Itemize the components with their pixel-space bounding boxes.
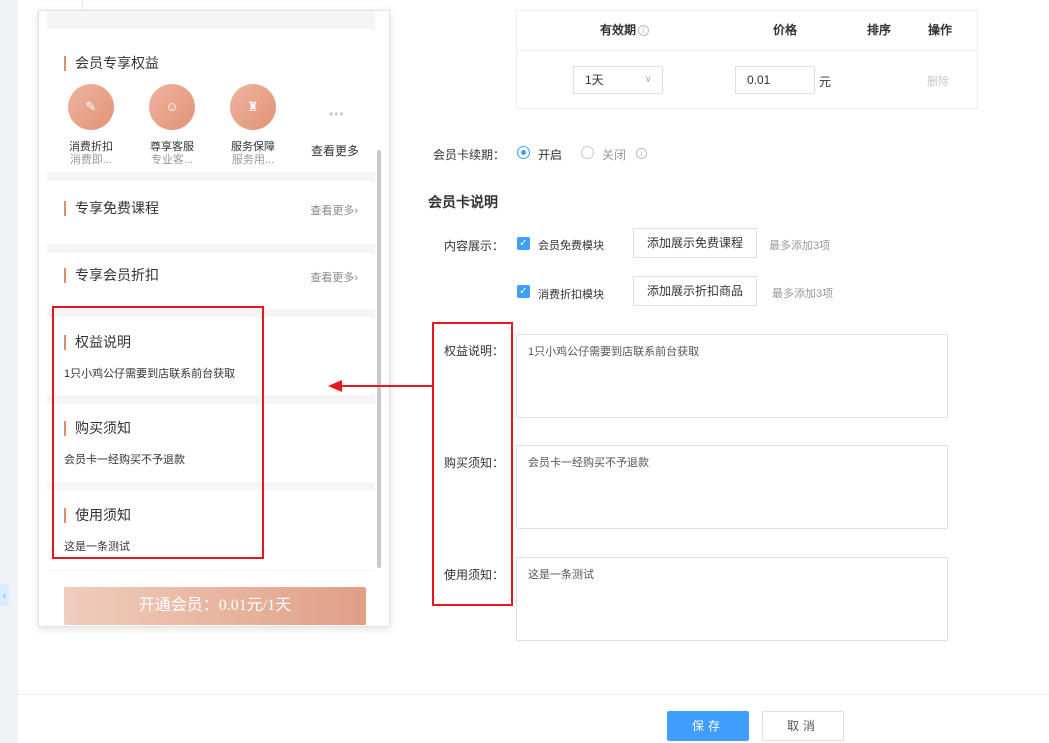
benefit-item-discount[interactable]: ✎ 消费折扣 消费即...: [56, 84, 126, 167]
preview-scrollbar[interactable]: [377, 150, 381, 568]
usage-label: 使用须知：: [444, 568, 505, 582]
usage-textarea[interactable]: 这是一条测试: [516, 557, 948, 641]
rights-textarea[interactable]: 1只小鸡公仔需要到店联系前台获取: [516, 334, 948, 418]
add-discount-goods-button[interactable]: 添加展示折扣商品: [633, 276, 757, 306]
discount-module-checkbox[interactable]: ✓: [517, 285, 530, 298]
collapse-sidebar-handle[interactable]: ‹: [0, 584, 9, 606]
info-icon[interactable]: i: [638, 25, 650, 36]
open-membership-button[interactable]: 开通会员：0.01元/1天: [64, 587, 366, 625]
annotation-box-preview: [52, 306, 264, 559]
period-select[interactable]: 1天 ∨: [573, 66, 663, 94]
discount-module-hint: 最多添加3项: [772, 288, 834, 300]
free-course-card: 专享免费课程 查看更多›: [47, 181, 375, 244]
price-table: 有效期 i 价格 排序 操作 1天 ∨ 0.01 元 删除: [516, 10, 978, 109]
benefits-title: 会员专享权益: [64, 56, 159, 71]
col-header-period: 有效期 i: [600, 21, 650, 38]
price-unit: 元: [819, 75, 832, 89]
content-display-label: 内容展示：: [444, 239, 505, 253]
description-heading: 会员卡说明: [428, 194, 498, 210]
benefit-name: 消费折扣: [69, 141, 113, 153]
free-course-title: 专享免费课程: [64, 201, 159, 216]
discount-more-link[interactable]: 查看更多›: [310, 269, 358, 285]
benefit-item-guarantee[interactable]: ♜ 服务保障 服务用...: [218, 84, 288, 167]
benefit-name: 服务保障: [231, 141, 275, 153]
benefits-more-link[interactable]: 查看更多: [311, 142, 359, 159]
benefit-desc: 专业客...: [150, 154, 194, 166]
chevron-down-icon: ∨: [644, 74, 652, 85]
purchase-label: 购买须知：: [444, 456, 505, 470]
benefit-name: 尊享客服: [150, 141, 194, 153]
annotation-arrow-icon: [328, 380, 432, 392]
free-module-label[interactable]: 会员免费模块: [538, 237, 604, 253]
renewal-on-label[interactable]: 开启: [538, 146, 562, 163]
benefit-item-service[interactable]: ☺ 尊享客服 专业客...: [137, 84, 207, 167]
col-header-sort: 排序: [867, 23, 892, 37]
cancel-button[interactable]: 取消: [762, 711, 844, 741]
renewal-info-icon[interactable]: i: [636, 148, 647, 159]
left-gutter: [0, 0, 18, 743]
renewal-label: 会员卡续期：: [433, 148, 506, 162]
footer-divider: [18, 694, 1049, 695]
table-divider: [517, 50, 977, 51]
col-header-action: 操作: [928, 23, 953, 37]
price-input[interactable]: 0.01: [735, 66, 815, 94]
renewal-off-label[interactable]: 关闭: [602, 146, 626, 163]
discount-card: 专享会员折扣 查看更多›: [47, 253, 375, 309]
support-icon: ☺: [149, 84, 195, 130]
renewal-on-radio[interactable]: [517, 146, 530, 159]
shield-icon: ♜: [230, 84, 276, 130]
renewal-off-radio[interactable]: [581, 146, 594, 159]
add-free-course-button[interactable]: 添加展示免费课程: [633, 228, 757, 258]
free-module-hint: 最多添加3项: [769, 240, 831, 252]
discount-title: 专享会员折扣: [64, 268, 159, 283]
tag-icon: ✎: [68, 84, 114, 130]
benefit-desc: 消费即...: [69, 154, 113, 166]
delete-row-link[interactable]: 删除: [927, 73, 949, 89]
purchase-textarea[interactable]: 会员卡一经购买不予退款: [516, 445, 948, 529]
free-course-more-link[interactable]: 查看更多›: [310, 202, 358, 218]
benefits-card: 会员专享权益 ✎ 消费折扣 消费即... ☺ 尊享客服 专业客... ♜ 服务保…: [47, 29, 375, 172]
more-dots-icon: •••: [329, 107, 345, 121]
period-select-value: 1天: [585, 73, 604, 87]
free-module-checkbox[interactable]: ✓: [517, 237, 530, 250]
rights-label: 权益说明：: [444, 344, 505, 358]
benefit-desc: 服务用...: [231, 154, 275, 166]
discount-module-label[interactable]: 消费折扣模块: [538, 286, 604, 302]
save-button[interactable]: 保存: [667, 711, 749, 741]
col-header-price: 价格: [773, 23, 798, 37]
